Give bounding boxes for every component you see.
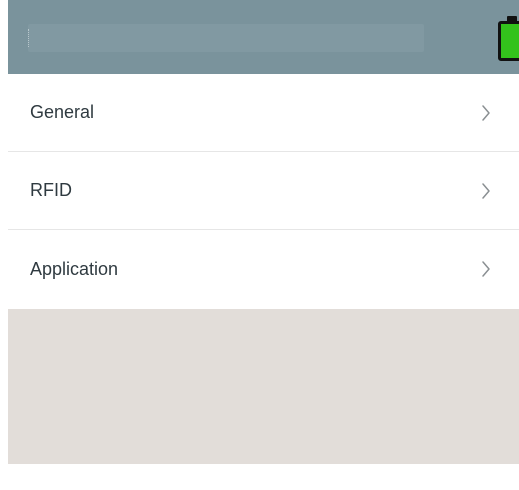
menu-item-label: Application: [30, 258, 119, 279]
app-header: [8, 0, 519, 74]
settings-menu: General RFID Application: [8, 74, 519, 309]
menu-item-rfid[interactable]: RFID: [8, 152, 519, 230]
chevron-right-icon: [481, 260, 491, 278]
settings-screen: General RFID Application: [8, 0, 519, 464]
battery-icon: [498, 16, 519, 61]
header-title-bar: [28, 24, 424, 52]
empty-content-area: [8, 309, 519, 464]
header-title-cursor: [28, 29, 31, 47]
menu-item-general[interactable]: General: [8, 74, 519, 152]
menu-item-label: General: [30, 102, 95, 122]
chevron-right-icon: [481, 104, 491, 122]
menu-item-label: RFID: [30, 180, 72, 200]
menu-item-application[interactable]: Application: [8, 230, 519, 308]
chevron-right-icon: [481, 182, 491, 200]
